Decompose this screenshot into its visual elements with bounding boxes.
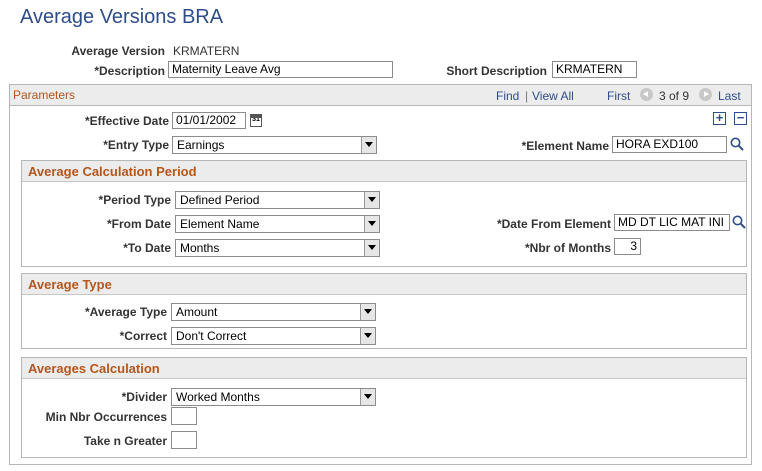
average-type-value: Amount xyxy=(176,305,218,319)
min-nbr-occurrences-input[interactable] xyxy=(171,407,197,425)
dropdown-arrow-icon[interactable] xyxy=(364,240,379,256)
nbr-of-months-input[interactable]: 3 xyxy=(614,238,641,255)
entry-type-label: *Entry Type xyxy=(103,138,169,152)
effective-date-label: *Effective Date xyxy=(84,114,169,128)
divider-select[interactable]: Worked Months xyxy=(171,388,376,406)
element-name-input[interactable]: HORA EXD100 xyxy=(612,136,727,153)
correct-select[interactable]: Don't Correct xyxy=(171,327,376,345)
short-description-label: Short Description xyxy=(446,64,547,78)
parameters-title: Parameters xyxy=(13,88,76,102)
effective-date-input[interactable]: 01/01/2002 xyxy=(172,112,246,129)
magnifier-icon[interactable] xyxy=(731,214,747,230)
to-date-value: Months xyxy=(180,241,220,255)
first-link[interactable]: First xyxy=(607,89,630,103)
description-label: *Description xyxy=(94,64,165,78)
average-type-select[interactable]: Amount xyxy=(171,303,376,321)
average-type-label: *Average Type xyxy=(84,305,167,319)
correct-label: *Correct xyxy=(119,329,167,343)
average-version-label: Average Version xyxy=(71,44,165,58)
add-row-button[interactable]: + xyxy=(713,111,726,125)
dropdown-arrow-icon[interactable] xyxy=(364,216,379,232)
dropdown-arrow-icon[interactable] xyxy=(361,137,376,153)
period-type-select[interactable]: Defined Period xyxy=(175,191,380,209)
average-type-header xyxy=(22,274,746,295)
period-type-value: Defined Period xyxy=(180,193,260,207)
to-date-select[interactable]: Months xyxy=(175,239,380,257)
nbr-of-months-label: *Nbr of Months xyxy=(525,241,611,255)
take-n-greater-input[interactable] xyxy=(171,431,197,449)
to-date-label: *To Date xyxy=(123,241,171,255)
view-all-link[interactable]: View All xyxy=(532,89,574,103)
from-date-label: *From Date xyxy=(106,217,171,231)
dropdown-arrow-icon[interactable] xyxy=(360,328,375,344)
average-version-value: KRMATERN xyxy=(173,44,240,58)
correct-value: Don't Correct xyxy=(176,329,247,343)
find-link[interactable]: Find xyxy=(496,89,519,103)
short-description-input[interactable]: KRMATERN xyxy=(552,61,637,78)
date-from-element-input[interactable]: MD DT LIC MAT INI xyxy=(614,214,730,231)
average-calculation-period-title: Average Calculation Period xyxy=(28,164,197,179)
entry-type-select[interactable]: Earnings xyxy=(172,136,377,154)
entry-type-value: Earnings xyxy=(177,138,225,152)
nav-separator: | xyxy=(525,89,529,103)
from-date-select[interactable]: Element Name xyxy=(175,215,380,233)
date-from-element-label: *Date From Element xyxy=(496,217,611,231)
dropdown-arrow-icon[interactable] xyxy=(364,192,379,208)
dropdown-arrow-icon[interactable] xyxy=(360,389,375,405)
description-input[interactable]: Maternity Leave Avg xyxy=(168,61,393,78)
divider-label: *Divider xyxy=(121,390,167,404)
divider-value: Worked Months xyxy=(176,390,260,404)
next-arrow-icon[interactable] xyxy=(699,88,712,101)
averages-calculation-title: Averages Calculation xyxy=(28,361,160,376)
row-counter: 3 of 9 xyxy=(659,89,690,103)
take-n-greater-label: Take n Greater xyxy=(83,434,167,448)
page-title: Average Versions BRA xyxy=(20,6,224,28)
remove-row-button[interactable]: − xyxy=(734,111,747,125)
element-name-label: *Element Name xyxy=(521,139,609,153)
previous-arrow-icon[interactable] xyxy=(640,88,653,101)
period-type-label: *Period Type xyxy=(98,193,171,207)
dropdown-arrow-icon[interactable] xyxy=(360,304,375,320)
average-type-title: Average Type xyxy=(28,277,112,292)
min-nbr-occurrences-label: Min Nbr Occurrences xyxy=(45,410,167,424)
from-date-value: Element Name xyxy=(180,217,260,231)
calendar-icon[interactable]: 31 xyxy=(250,114,262,127)
last-link[interactable]: Last xyxy=(718,89,741,103)
magnifier-icon[interactable] xyxy=(729,136,745,152)
